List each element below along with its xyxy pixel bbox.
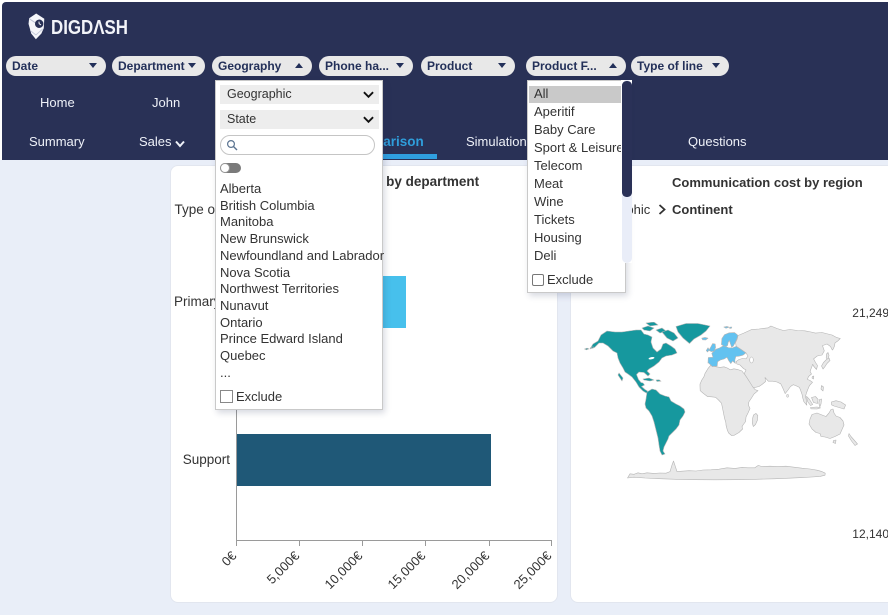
svg-text:DIGDΛSH: DIGDΛSH bbox=[51, 17, 128, 39]
